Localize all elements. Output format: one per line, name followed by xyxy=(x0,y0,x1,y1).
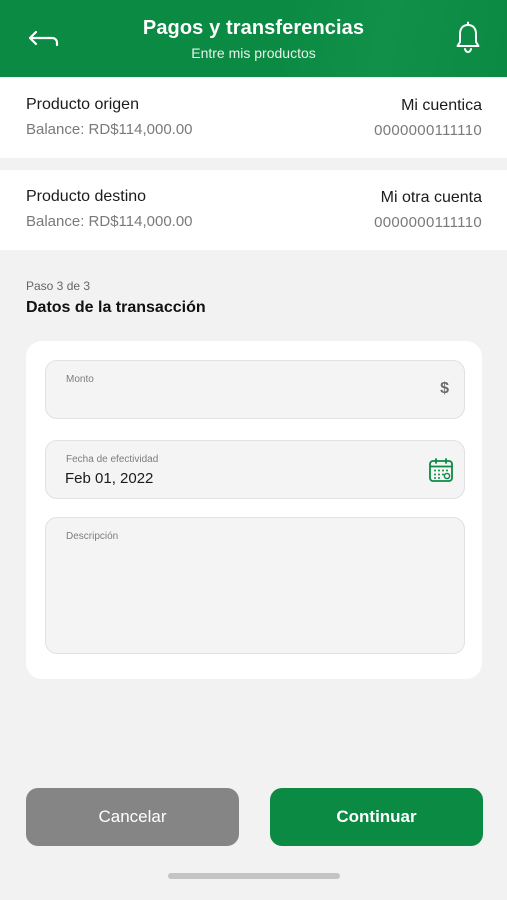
origin-account-name: Mi cuentica xyxy=(401,97,482,114)
amount-field[interactable]: Monto $ xyxy=(45,360,465,419)
section-title: Datos de la transacción xyxy=(26,299,206,316)
destination-balance: Balance: RD$114,000.00 xyxy=(26,213,193,230)
home-indicator xyxy=(168,873,340,879)
origin-label: Producto origen xyxy=(26,96,139,113)
page-subtitle: Entre mis productos xyxy=(191,45,316,61)
continue-button[interactable]: Continuar xyxy=(270,788,483,846)
calendar-icon[interactable] xyxy=(428,457,454,483)
destination-account-name: Mi otra cuenta xyxy=(380,189,482,206)
origin-account-number: 0000000111110 xyxy=(374,122,482,139)
destination-account-number: 0000000111110 xyxy=(374,214,482,231)
date-label: Fecha de efectividad xyxy=(66,454,159,465)
destination-label: Producto destino xyxy=(26,188,147,205)
bell-icon xyxy=(456,21,480,54)
amount-label: Monto xyxy=(66,374,94,385)
notifications-button[interactable] xyxy=(453,20,483,56)
description-label: Descripción xyxy=(66,531,119,542)
cancel-button[interactable]: Cancelar xyxy=(26,788,239,846)
effective-date-field[interactable]: Fecha de efectividad Feb 01, 2022 xyxy=(45,440,465,499)
date-value: Feb 01, 2022 xyxy=(65,470,154,487)
origin-product-card[interactable]: Producto origen Balance: RD$114,000.00 M… xyxy=(0,78,507,158)
app-header: Pagos y transferencias Entre mis product… xyxy=(0,0,507,77)
destination-product-card[interactable]: Producto destino Balance: RD$114,000.00 … xyxy=(0,170,507,250)
origin-balance: Balance: RD$114,000.00 xyxy=(26,121,193,138)
step-indicator: Paso 3 de 3 xyxy=(26,279,91,293)
transaction-form: Monto $ Fecha de efectividad Feb 01, 202… xyxy=(26,341,482,679)
dollar-icon: $ xyxy=(440,380,449,397)
description-field[interactable]: Descripción xyxy=(45,517,465,654)
page-title: Pagos y transferencias xyxy=(142,17,365,39)
